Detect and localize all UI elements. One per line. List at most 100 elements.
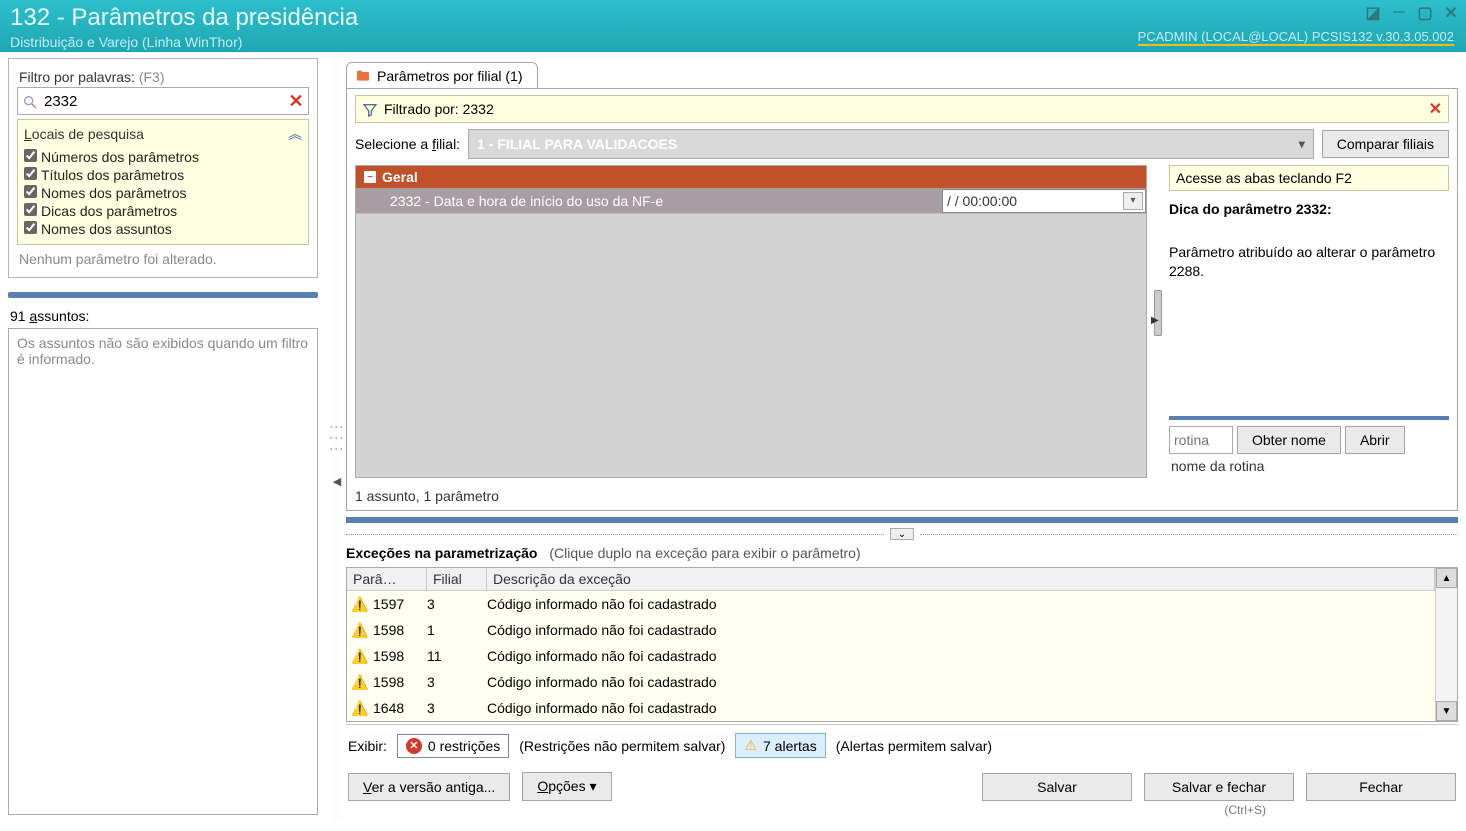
check-nomes-param[interactable]: Nomes dos parâmetros xyxy=(24,184,302,202)
exception-row[interactable]: ⚠️16483Código informado não foi cadastra… xyxy=(347,695,1435,721)
minimize-icon[interactable]: ─ xyxy=(1390,4,1408,22)
filter-label: Filtro por palavras: (F3) xyxy=(19,69,307,85)
alertas-pill[interactable]: ⚠ 7 alertas xyxy=(735,733,825,758)
ver-versao-antiga-button[interactable]: Ver a versão antiga... xyxy=(348,773,510,801)
col-header-param[interactable]: Parâ… xyxy=(347,568,427,590)
col-header-desc[interactable]: Descrição da exceção xyxy=(487,568,1435,590)
abrir-button[interactable]: Abrir xyxy=(1345,426,1405,454)
parameter-row-label: 2332 - Data e hora de início do uso da N… xyxy=(356,193,942,209)
scroll-down-icon[interactable]: ▼ xyxy=(1436,701,1457,721)
exceptions-hint: (Clique duplo na exceção para exibir o p… xyxy=(549,545,860,561)
tab-label: Parâmetros por filial (1) xyxy=(377,68,523,84)
assuntos-label: 91 assuntos: xyxy=(10,308,316,324)
exception-param: 1597 xyxy=(373,596,427,612)
search-input-wrap[interactable]: ✕ xyxy=(17,87,309,115)
titlebar: 132 - Parâmetros da presidência Distribu… xyxy=(0,0,1466,52)
col-header-filial[interactable]: Filial xyxy=(427,568,487,590)
exception-filial: 11 xyxy=(427,648,487,664)
dica-title: Dica do parâmetro 2332: xyxy=(1169,201,1449,217)
tabs-hint: Acesse as abas teclando F2 xyxy=(1169,165,1449,191)
no-change-text: Nenhum parâmetro foi alterado. xyxy=(19,251,307,267)
exception-desc: Código informado não foi cadastrado xyxy=(487,596,1435,612)
group-header-label: Geral xyxy=(382,169,418,185)
sidebar: Filtro por palavras: (F3) ✕ Locais de pe… xyxy=(0,52,332,821)
error-icon: ✕ xyxy=(406,738,422,754)
warning-icon: ⚠️ xyxy=(347,596,373,613)
bottom-actions: Ver a versão antiga... Opções ▾ Salvar S… xyxy=(346,766,1458,803)
filter-banner: Filtrado por: 2332 ✕ xyxy=(355,95,1449,123)
exceptions-header-row: Parâ… Filial Descrição da exceção xyxy=(347,568,1435,591)
count-line: 1 assunto, 1 parâmetro xyxy=(355,488,1449,504)
date-picker-dropdown-icon[interactable]: ▾ xyxy=(1123,192,1143,210)
exception-desc: Código informado não foi cadastrado xyxy=(487,622,1435,638)
scroll-up-icon[interactable]: ▲ xyxy=(1436,568,1457,588)
parameter-list: − Geral 2332 - Data e hora de início do … xyxy=(355,165,1147,478)
horizontal-splitter[interactable]: ⌄ xyxy=(346,527,1458,541)
exception-row[interactable]: ⚠️15983Código informado não foi cadastra… xyxy=(347,669,1435,695)
exception-filial: 3 xyxy=(427,596,487,612)
filter-clear-icon[interactable]: ✕ xyxy=(1429,99,1442,119)
close-icon[interactable]: ✕ xyxy=(1442,4,1460,22)
exception-desc: Código informado não foi cadastrado xyxy=(487,700,1435,716)
salvar-button[interactable]: Salvar xyxy=(982,773,1132,801)
check-nomes-assuntos[interactable]: Nomes dos assuntos xyxy=(24,220,302,238)
collapse-icon[interactable]: ︽ xyxy=(288,124,302,144)
rotina-input[interactable] xyxy=(1169,426,1233,454)
vertical-splitter-right[interactable]: ▶ xyxy=(1153,165,1163,478)
exceptions-title-text: Exceções na parametrização xyxy=(346,545,537,561)
tab-parametros-filial[interactable]: Parâmetros por filial (1) xyxy=(346,62,538,88)
warning-icon: ⚠️ xyxy=(347,648,373,665)
window-controls: ◪ ─ ▢ ✕ xyxy=(1364,4,1460,22)
maximize-icon[interactable]: ▢ xyxy=(1416,4,1434,22)
vertical-splitter-left[interactable]: ⋮⋮⋮ ◀ xyxy=(332,52,342,821)
warning-icon: ⚠️ xyxy=(347,622,373,639)
filter-label-text: Filtro por palavras: xyxy=(19,69,135,85)
exception-row[interactable]: ⚠️159811Código informado não foi cadastr… xyxy=(347,643,1435,669)
exception-param: 1648 xyxy=(373,700,427,716)
exceptions-scrollbar[interactable]: ▲ ▼ xyxy=(1435,568,1457,721)
chevron-down-icon: ▾ xyxy=(1299,137,1305,151)
splitter-chevron-icon[interactable]: ⌄ xyxy=(890,528,914,540)
search-locations-box: Locais de pesquisa ︽ Números dos parâmet… xyxy=(17,119,309,245)
parameter-value-input[interactable]: / / 00:00:00 ▾ xyxy=(942,189,1146,213)
warning-icon: ⚠️ xyxy=(347,700,373,717)
obter-nome-button[interactable]: Obter nome xyxy=(1237,426,1341,454)
exception-row[interactable]: ⚠️15973Código informado não foi cadastra… xyxy=(347,591,1435,617)
exception-desc: Código informado não foi cadastrado xyxy=(487,648,1435,664)
search-input[interactable] xyxy=(42,93,284,110)
exception-param: 1598 xyxy=(373,622,427,638)
blue-divider xyxy=(346,517,1458,523)
exception-param: 1598 xyxy=(373,674,427,690)
rotina-box: Obter nome Abrir nome da rotina xyxy=(1169,416,1449,478)
compare-filiais-button[interactable]: Comparar filiais xyxy=(1322,130,1449,158)
collapse-box-icon[interactable]: − xyxy=(364,171,376,183)
opcoes-button[interactable]: Opções ▾ xyxy=(522,772,611,801)
restricoes-pill[interactable]: ✕ 0 restrições xyxy=(397,734,509,758)
sidebar-divider[interactable] xyxy=(8,292,318,298)
fechar-button[interactable]: Fechar xyxy=(1306,773,1456,801)
help-icon[interactable]: ◪ xyxy=(1364,4,1382,22)
restricoes-count: 0 restrições xyxy=(428,738,500,754)
parameter-list-filler xyxy=(356,214,1146,477)
exceptions-rows: ⚠️15973Código informado não foi cadastra… xyxy=(347,591,1435,721)
exception-desc: Código informado não foi cadastrado xyxy=(487,674,1435,690)
parameter-row-2332[interactable]: 2332 - Data e hora de início do uso da N… xyxy=(356,188,1146,214)
check-dicas[interactable]: Dicas dos parâmetros xyxy=(24,202,302,220)
check-numeros[interactable]: Números dos parâmetros xyxy=(24,148,302,166)
exception-filial: 3 xyxy=(427,700,487,716)
main-area: Parâmetros por filial (1) Filtrado por: … xyxy=(342,52,1466,821)
window-title: 132 - Parâmetros da presidência xyxy=(10,4,1456,32)
exception-row[interactable]: ⚠️15981Código informado não foi cadastra… xyxy=(347,617,1435,643)
search-clear-icon[interactable]: ✕ xyxy=(284,91,308,112)
search-icon xyxy=(18,92,42,109)
filial-row: Selecione a filial: 1 - FILIAL PARA VALI… xyxy=(355,129,1449,159)
check-titulos[interactable]: Títulos dos parâmetros xyxy=(24,166,302,184)
filial-select[interactable]: 1 - FILIAL PARA VALIDACOES ▾ xyxy=(468,129,1314,159)
side-info-panel: Acesse as abas teclando F2 Dica do parâm… xyxy=(1169,165,1449,478)
exception-filial: 3 xyxy=(427,674,487,690)
user-info: PCADMIN (LOCAL@LOCAL) PCSIS132 v.30.3.05… xyxy=(1138,29,1454,46)
salvar-fechar-button[interactable]: Salvar e fechar xyxy=(1144,773,1294,801)
parameter-value-text: / / 00:00:00 xyxy=(947,193,1017,209)
group-header-geral[interactable]: − Geral xyxy=(356,166,1146,188)
filial-label: Selecione a filial: xyxy=(355,136,460,152)
